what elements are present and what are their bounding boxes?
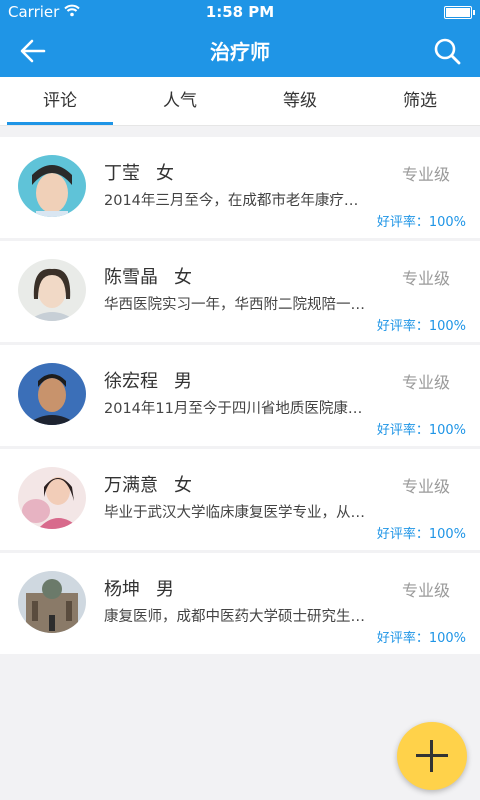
therapist-avatar xyxy=(18,363,86,425)
therapist-card[interactable]: 徐宏程男 专业级 2014年11月至今于四川省地质医院康… 好评率：100% xyxy=(0,345,480,446)
therapist-level: 专业级 xyxy=(401,477,450,496)
therapist-level: 专业级 xyxy=(401,373,450,392)
status-time: 1:58 PM xyxy=(205,3,275,21)
therapist-list: 丁莹女 专业级 2014年三月至今，在成都市老年康疗… 好评率：100% 陈雪晶… xyxy=(0,137,480,657)
therapist-avatar xyxy=(18,467,86,529)
therapist-description: 2014年11月至今于四川省地质医院康… xyxy=(104,401,363,417)
search-icon[interactable] xyxy=(432,36,462,66)
battery-icon xyxy=(444,6,475,19)
therapist-card[interactable]: 万满意女 专业级 毕业于武汉大学临床康复医学专业，从… 好评率：100% xyxy=(0,449,480,550)
therapist-description: 2014年三月至今，在成都市老年康疗… xyxy=(104,193,359,209)
app-header: Carrier 1:58 PM 治疗师 xyxy=(0,0,480,77)
therapist-level: 专业级 xyxy=(401,165,450,184)
therapist-rating: 好评率：100% xyxy=(376,319,466,334)
therapist-card[interactable]: 杨坤男 专业级 康复医师，成都中医药大学硕士研究生… 好评率：100% xyxy=(0,553,480,654)
therapist-gender: 男 xyxy=(156,579,174,600)
therapist-gender: 男 xyxy=(174,371,192,392)
therapist-name: 杨坤男 xyxy=(104,579,174,600)
therapist-description: 康复医师，成都中医药大学硕士研究生… xyxy=(104,609,365,625)
therapist-level: 专业级 xyxy=(401,581,450,600)
page-title: 治疗师 xyxy=(210,40,270,64)
therapist-name: 丁莹女 xyxy=(104,163,174,184)
therapist-avatar xyxy=(18,259,86,321)
therapist-gender: 女 xyxy=(174,475,192,496)
active-tab-indicator xyxy=(7,122,113,125)
therapist-card[interactable]: 丁莹女 专业级 2014年三月至今，在成都市老年康疗… 好评率：100% xyxy=(0,137,480,238)
therapist-name: 陈雪晶女 xyxy=(104,267,192,288)
therapist-gender: 女 xyxy=(156,163,174,184)
sort-tabs: 评论 人气 等级 筛选 xyxy=(0,77,480,126)
therapist-name: 徐宏程男 xyxy=(104,371,192,392)
therapist-level: 专业级 xyxy=(401,269,450,288)
navigation-bar: 治疗师 xyxy=(0,24,480,77)
tab-filter[interactable]: 筛选 xyxy=(360,77,480,125)
therapist-rating: 好评率：100% xyxy=(376,215,466,230)
tab-popularity[interactable]: 人气 xyxy=(120,77,240,125)
therapist-card[interactable]: 陈雪晶女 专业级 华西医院实习一年，华西附二院规陪一… 好评率：100% xyxy=(0,241,480,342)
therapist-rating: 好评率：100% xyxy=(376,527,466,542)
tab-reviews[interactable]: 评论 xyxy=(0,77,120,125)
therapist-avatar xyxy=(18,155,86,217)
therapist-rating: 好评率：100% xyxy=(376,631,466,646)
therapist-description: 毕业于武汉大学临床康复医学专业，从… xyxy=(104,505,365,521)
status-bar: Carrier 1:58 PM xyxy=(0,0,480,24)
tab-level[interactable]: 等级 xyxy=(240,77,360,125)
therapist-gender: 女 xyxy=(174,267,192,288)
add-button[interactable] xyxy=(397,722,467,790)
therapist-avatar xyxy=(18,571,86,633)
therapist-rating: 好评率：100% xyxy=(376,423,466,438)
therapist-description: 华西医院实习一年，华西附二院规陪一… xyxy=(104,297,365,313)
therapist-name: 万满意女 xyxy=(104,475,192,496)
